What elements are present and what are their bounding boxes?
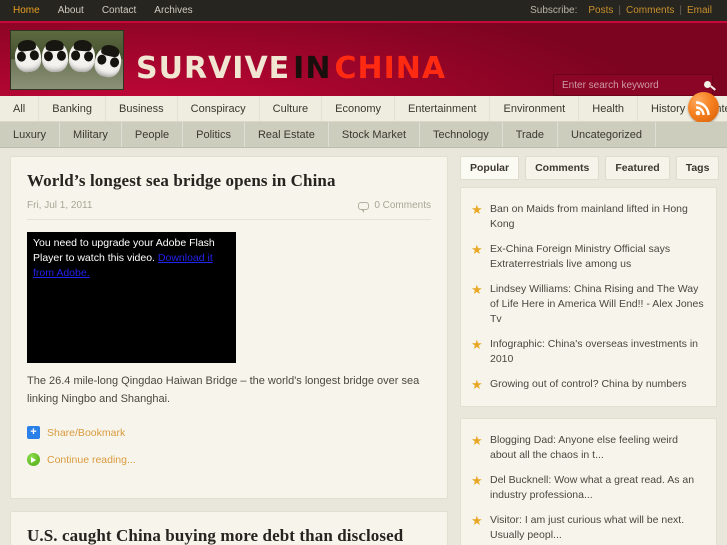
- panda-logo-image[interactable]: [10, 30, 124, 90]
- post-article-2: U.S. caught China buying more debt than …: [10, 511, 448, 545]
- category-all[interactable]: All: [0, 96, 40, 121]
- star-icon: ★: [471, 377, 483, 392]
- subscribe-comments-link[interactable]: Comments: [621, 5, 679, 16]
- top-nav-contact[interactable]: Contact: [97, 0, 149, 21]
- category-culture[interactable]: Culture: [260, 96, 323, 121]
- flash-player-placeholder: You need to upgrade your Adobe Flash Pla…: [27, 232, 236, 363]
- star-icon: ★: [471, 513, 483, 528]
- star-icon: ★: [471, 337, 483, 352]
- panda-4: [92, 43, 123, 80]
- category-conspiracy[interactable]: Conspiracy: [178, 96, 260, 121]
- tab-tags[interactable]: Tags: [675, 156, 720, 180]
- subscribe-label: Subscribe:: [530, 5, 578, 16]
- comment-item-label[interactable]: Del Bucknell: Wow what a great read. As …: [490, 473, 704, 503]
- continue-reading-link[interactable]: Continue reading...: [27, 453, 431, 466]
- sidebar-column: Popular Comments Featured Tags ★ Ban on …: [460, 156, 720, 545]
- tab-popular[interactable]: Popular: [460, 156, 520, 180]
- rss-icon[interactable]: [688, 92, 719, 123]
- star-icon: ★: [471, 473, 483, 488]
- top-navigation-bar: Home About Contact Archives Subscribe: P…: [0, 0, 727, 21]
- panda-1: [13, 39, 43, 74]
- comment-bubble-icon: [358, 201, 370, 213]
- category-real-estate[interactable]: Real Estate: [245, 122, 329, 147]
- tab-featured[interactable]: Featured: [605, 156, 670, 180]
- category-entertainment[interactable]: Entertainment: [395, 96, 491, 121]
- star-icon: ★: [471, 202, 483, 217]
- category-politics[interactable]: Politics: [183, 122, 245, 147]
- star-icon: ★: [471, 242, 483, 257]
- share-bookmark-button[interactable]: + Share/Bookmark: [27, 426, 431, 439]
- category-uncategorized[interactable]: Uncategorized: [558, 122, 656, 147]
- post-comment-count-label-1: 0 Comments: [374, 200, 431, 211]
- category-nav-row-1: All Banking Business Conspiracy Culture …: [0, 92, 727, 123]
- plus-icon: +: [27, 426, 40, 439]
- list-item[interactable]: ★ Visitor: I am just curious what will b…: [471, 508, 704, 545]
- panda-2: [41, 39, 69, 73]
- list-item[interactable]: ★ Del Bucknell: Wow what a great read. A…: [471, 468, 704, 508]
- panda-3: [67, 39, 97, 73]
- main-content-column: World’s longest sea bridge opens in Chin…: [10, 156, 448, 545]
- continue-reading-label: Continue reading...: [47, 453, 136, 466]
- top-nav-about[interactable]: About: [53, 0, 97, 21]
- category-luxury[interactable]: Luxury: [0, 122, 61, 147]
- post-body-1: The 26.4 mile-long Qingdao Haiwan Bridge…: [27, 375, 420, 405]
- category-trade[interactable]: Trade: [503, 122, 559, 147]
- subscribe-email-link[interactable]: Email: [682, 5, 717, 16]
- category-business[interactable]: Business: [106, 96, 178, 121]
- post-meta-1: Fri, Jul 1, 2011 0 Comments: [27, 200, 431, 220]
- recent-comments-panel: ★ Blogging Dad: Anyone else feeling weir…: [460, 418, 717, 545]
- subscribe-posts-link[interactable]: Posts: [583, 5, 618, 16]
- list-item[interactable]: ★ Infographic: China's overseas investme…: [471, 332, 704, 372]
- post-title-2[interactable]: U.S. caught China buying more debt than …: [27, 526, 431, 545]
- star-icon: ★: [471, 433, 483, 448]
- search-input[interactable]: [554, 75, 702, 95]
- share-bookmark-label: Share/Bookmark: [47, 426, 126, 439]
- popular-item-label[interactable]: Growing out of control? China by numbers: [490, 377, 687, 392]
- site-title-part-2: IN: [293, 51, 332, 86]
- category-people[interactable]: People: [122, 122, 184, 147]
- list-item[interactable]: ★ Lindsey Williams: China Rising and The…: [471, 277, 704, 332]
- popular-item-label[interactable]: Infographic: China's overseas investment…: [490, 337, 704, 367]
- sidebar-tabs: Popular Comments Featured Tags: [460, 156, 720, 180]
- list-item[interactable]: ★ Growing out of control? China by numbe…: [471, 372, 704, 397]
- star-icon: ★: [471, 282, 483, 297]
- post-actions-1: + Share/Bookmark Continue reading...: [27, 426, 431, 466]
- post-article-1: World’s longest sea bridge opens in Chin…: [10, 156, 448, 499]
- post-date-1: Fri, Jul 1, 2011: [27, 200, 93, 211]
- top-nav-archives[interactable]: Archives: [149, 0, 205, 21]
- list-item[interactable]: ★ Ban on Maids from mainland lifted in H…: [471, 197, 704, 237]
- search-box[interactable]: [553, 74, 713, 96]
- top-nav-home[interactable]: Home: [8, 0, 53, 21]
- category-health[interactable]: Health: [579, 96, 639, 121]
- post-title-1[interactable]: World’s longest sea bridge opens in Chin…: [27, 171, 431, 191]
- site-title-part-1: SURVIVE: [136, 51, 291, 86]
- category-economy[interactable]: Economy: [322, 96, 395, 121]
- category-technology[interactable]: Technology: [420, 122, 503, 147]
- category-nav-row-2: Luxury Military People Politics Real Est…: [0, 122, 727, 148]
- popular-item-label[interactable]: Lindsey Williams: China Rising and The W…: [490, 282, 704, 327]
- page-body: World’s longest sea bridge opens in Chin…: [0, 148, 727, 545]
- post-comment-count-1[interactable]: 0 Comments: [358, 200, 431, 213]
- top-nav-links: Home About Contact Archives: [8, 0, 206, 21]
- popular-item-label[interactable]: Ex-China Foreign Ministry Official says …: [490, 242, 704, 272]
- arrow-right-icon: [27, 453, 40, 466]
- site-title[interactable]: SURVIVE IN CHINA: [136, 51, 446, 86]
- category-military[interactable]: Military: [60, 122, 122, 147]
- site-header-banner: SURVIVE IN CHINA: [0, 21, 727, 96]
- comment-item-label[interactable]: Blogging Dad: Anyone else feeling weird …: [490, 433, 704, 463]
- subscribe-links: Subscribe: Posts | Comments | Email: [530, 5, 717, 16]
- panda-photo: [11, 31, 123, 89]
- category-environment[interactable]: Environment: [490, 96, 580, 121]
- list-item[interactable]: ★ Blogging Dad: Anyone else feeling weir…: [471, 428, 704, 468]
- nav-filler: [656, 122, 727, 147]
- category-stock-market[interactable]: Stock Market: [329, 122, 421, 147]
- comment-item-label[interactable]: Visitor: I am just curious what will be …: [490, 513, 704, 543]
- list-item[interactable]: ★ Ex-China Foreign Ministry Official say…: [471, 237, 704, 277]
- site-title-part-3: CHINA: [334, 51, 447, 86]
- popular-posts-panel: ★ Ban on Maids from mainland lifted in H…: [460, 187, 717, 407]
- popular-item-label[interactable]: Ban on Maids from mainland lifted in Hon…: [490, 202, 704, 232]
- tab-comments[interactable]: Comments: [525, 156, 600, 180]
- category-banking[interactable]: Banking: [39, 96, 106, 121]
